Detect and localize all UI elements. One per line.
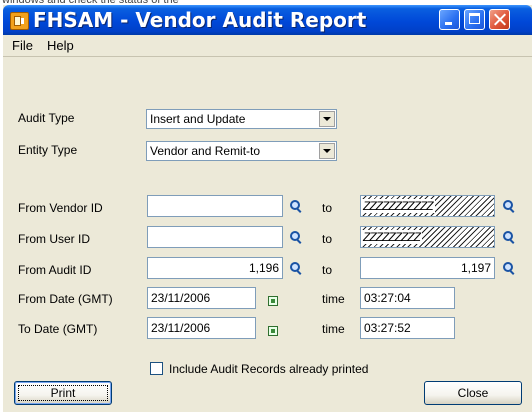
menu-file[interactable]: File: [8, 37, 37, 54]
user-id-to-label: to: [322, 232, 333, 246]
chevron-down-icon[interactable]: [319, 111, 335, 127]
from-audit-id-label: From Audit ID: [18, 263, 92, 277]
include-printed-checkbox[interactable]: [150, 362, 163, 375]
minimize-icon[interactable]: [439, 9, 460, 30]
include-printed-label: Include Audit Records already printed: [169, 362, 369, 376]
vendor-audit-report-window: FHSAM - Vendor Audit Report File Help Au…: [3, 5, 532, 412]
title-bar[interactable]: FHSAM - Vendor Audit Report: [3, 5, 532, 35]
calendar-icon[interactable]: [268, 326, 278, 336]
from-user-id-label: From User ID: [18, 232, 90, 246]
audit-id-to-label: to: [322, 263, 333, 277]
search-icon[interactable]: [503, 262, 516, 275]
from-user-id-input[interactable]: [147, 226, 283, 248]
search-icon[interactable]: [290, 231, 303, 244]
to-date-label: To Date (GMT): [18, 322, 98, 336]
to-time-input[interactable]: 03:27:52: [360, 317, 455, 339]
from-time-input[interactable]: 03:27:04: [360, 287, 455, 309]
close-button-label: Close: [457, 386, 489, 400]
from-vendor-id-label: From Vendor ID: [18, 201, 103, 215]
to-vendor-id-value: ZZZZZZZZZZZ: [361, 199, 435, 213]
print-button-label: Print: [50, 386, 76, 400]
search-icon[interactable]: [290, 200, 303, 213]
close-icon[interactable]: [489, 9, 510, 30]
vendor-id-to-label: to: [322, 201, 333, 215]
maximize-icon[interactable]: [464, 9, 485, 30]
print-button[interactable]: Print: [14, 381, 112, 405]
close-button[interactable]: Close: [424, 381, 522, 405]
to-time-label: time: [322, 322, 345, 336]
to-vendor-id-input[interactable]: ZZZZZZZZZZZ: [360, 195, 495, 217]
audit-type-value: Insert and Update: [150, 112, 246, 126]
from-date-label: From Date (GMT): [18, 292, 113, 306]
search-icon[interactable]: [503, 231, 516, 244]
window-title: FHSAM - Vendor Audit Report: [33, 8, 367, 32]
from-vendor-id-input[interactable]: [147, 195, 283, 217]
chevron-down-icon[interactable]: [319, 143, 335, 159]
calendar-icon[interactable]: [268, 296, 278, 306]
entity-type-label: Entity Type: [18, 143, 78, 157]
to-audit-id-input[interactable]: 1,197: [360, 257, 495, 279]
to-date-input[interactable]: 23/11/2006: [147, 317, 256, 339]
entity-type-value: Vendor and Remit-to: [150, 144, 261, 158]
from-time-label: time: [322, 292, 345, 306]
audit-type-select[interactable]: Insert and Update: [146, 109, 337, 129]
entity-type-select[interactable]: Vendor and Remit-to: [146, 141, 337, 161]
audit-type-label: Audit Type: [18, 111, 75, 125]
to-user-id-value: ZZZZZZZZZ: [361, 230, 422, 244]
search-icon[interactable]: [503, 200, 516, 213]
app-icon: [10, 12, 29, 30]
menu-bar: File Help: [3, 35, 532, 57]
search-icon[interactable]: [290, 262, 303, 275]
from-date-input[interactable]: 23/11/2006: [147, 287, 256, 309]
menu-help[interactable]: Help: [43, 37, 78, 54]
to-user-id-input[interactable]: ZZZZZZZZZ: [360, 226, 495, 248]
from-audit-id-input[interactable]: 1,196: [147, 257, 283, 279]
